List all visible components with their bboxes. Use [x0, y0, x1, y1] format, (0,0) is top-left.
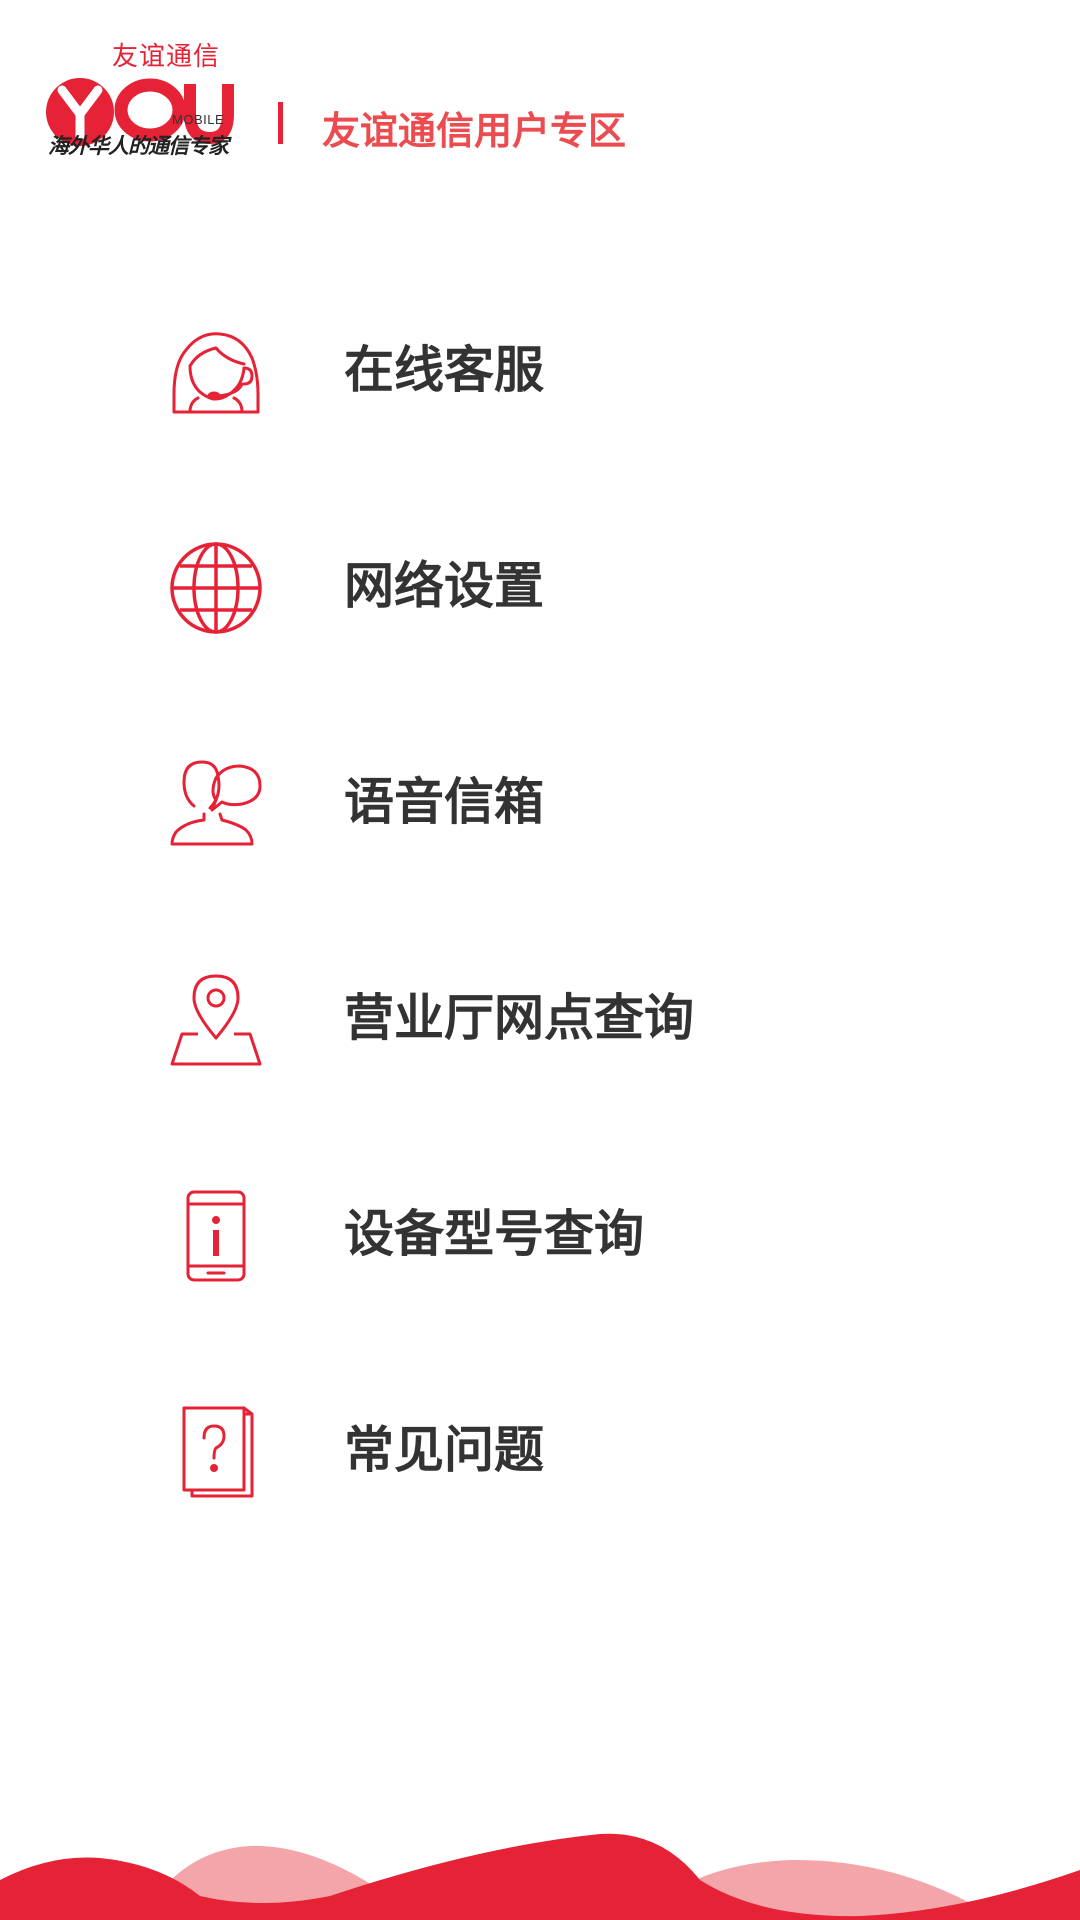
- menu-item-label: 设备型号查询: [344, 1205, 644, 1263]
- menu-item-online-service[interactable]: 在线客服: [0, 300, 1080, 516]
- menu-item-voicemail[interactable]: 语音信箱: [0, 732, 1080, 948]
- question-document-icon: [168, 1404, 264, 1500]
- menu-item-label: 常见问题: [344, 1421, 544, 1479]
- page: 友谊通信 MOBILE 海外华人的通信专家 友谊通信用户专区 在线客服 网络设置…: [0, 0, 1080, 1920]
- menu-item-store-locator[interactable]: 营业厅网点查询: [0, 948, 1080, 1164]
- logo-mobile-text: MOBILE: [172, 112, 225, 127]
- logo-slogan: 海外华人的通信专家: [48, 133, 229, 158]
- header: 友谊通信 MOBILE 海外华人的通信专家 友谊通信用户专区: [0, 0, 1080, 170]
- menu-item-label: 语音信箱: [344, 773, 544, 831]
- you-mobile-logo: 友谊通信 MOBILE 海外华人的通信专家: [44, 36, 244, 162]
- menu-item-label: 网络设置: [344, 557, 544, 615]
- customer-service-headset-icon: [168, 324, 264, 420]
- menu-item-label: 在线客服: [344, 341, 544, 399]
- service-menu: 在线客服 网络设置 语音信箱 营业厅网点查询 设备型号查询 常见问题: [0, 300, 1080, 1596]
- person-speech-bubble-icon: [168, 756, 264, 852]
- menu-item-label: 营业厅网点查询: [344, 989, 694, 1047]
- globe-icon: [168, 540, 264, 636]
- location-pin-map-icon: [168, 972, 264, 1068]
- bottom-wave-decoration: [0, 1833, 1080, 1920]
- menu-item-network-settings[interactable]: 网络设置: [0, 516, 1080, 732]
- menu-item-faq[interactable]: 常见问题: [0, 1380, 1080, 1596]
- header-divider: [278, 102, 283, 144]
- phone-info-icon: [168, 1188, 264, 1284]
- page-title: 友谊通信用户专区: [322, 109, 627, 153]
- menu-item-device-model-query[interactable]: 设备型号查询: [0, 1164, 1080, 1380]
